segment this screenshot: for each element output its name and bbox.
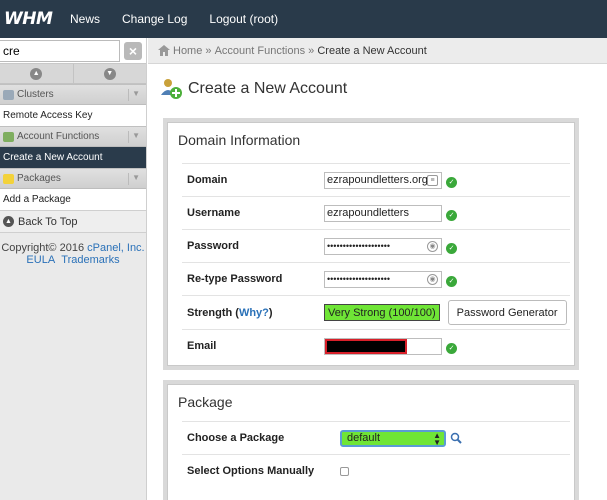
home-icon (158, 45, 170, 56)
clear-search-icon[interactable]: × (124, 42, 142, 60)
password-label: Password (187, 240, 239, 252)
page-title: Create a New Account (188, 80, 348, 97)
select-arrows-icon: ▲ ▼ (433, 430, 441, 447)
arrow-up-icon: ▲ (30, 67, 43, 80)
panel-title: Domain Information (178, 132, 301, 148)
domain-information-panel: Domain Information Domain ezrapoundlette… (163, 118, 579, 370)
nav-changelog-link[interactable]: Change Log (122, 12, 187, 26)
strength-meter: Very Strong (100/100) (324, 304, 440, 321)
retype-password-label: Re-type Password (187, 273, 283, 285)
group-label: Clusters (17, 89, 54, 100)
scroll-up-button[interactable]: ▲ (0, 64, 74, 83)
search-input[interactable] (0, 40, 120, 62)
package-select-value: default (347, 432, 381, 444)
top-bar: WHM News Change Log Logout (root) (0, 0, 607, 38)
domain-row: Domain ezrapoundletters.org ≡ ✓ (182, 163, 570, 196)
eula-link[interactable]: EULA (26, 254, 55, 266)
copyright-block: Copyright© 2016 cPanel, Inc. EULA Tradem… (0, 233, 146, 266)
email-input[interactable] (324, 337, 442, 355)
chevron-down-icon[interactable]: ▼ (128, 173, 140, 185)
sidebar: × ▲ ▼ Clusters ▼ Remote Access Key Accou… (0, 38, 147, 500)
nav-news-link[interactable]: News (70, 12, 100, 26)
sidebar-group-packages[interactable]: Packages ▼ (0, 168, 146, 189)
retype-password-value: •••••••••••••••••••• (327, 274, 391, 284)
choose-package-row: Choose a Package default ▲ ▼ (182, 421, 570, 454)
sidebar-scroll-controls: ▲ ▼ (0, 64, 146, 84)
password-input[interactable]: •••••••••••••••••••• ◉ (324, 237, 442, 255)
select-options-row: Select Options Manually (182, 454, 570, 487)
username-label: Username (187, 207, 241, 219)
back-to-top-button[interactable]: ▲ Back To Top (0, 210, 146, 233)
show-password-icon[interactable]: ◉ (427, 240, 438, 252)
valid-check-icon: ✓ (446, 342, 457, 354)
arrow-up-circle-icon: ▲ (3, 216, 14, 227)
redacted-email (325, 338, 407, 354)
account-functions-icon (3, 131, 14, 142)
username-value: ezrapoundletters (327, 207, 409, 219)
email-row: Email ✓ (182, 329, 570, 362)
username-input[interactable]: ezrapoundletters (324, 204, 442, 222)
valid-check-icon: ✓ (446, 275, 457, 287)
group-label: Packages (17, 173, 61, 184)
email-label: Email (187, 340, 217, 352)
top-nav: News Change Log Logout (root) (64, 12, 294, 26)
package-panel: Package Choose a Package default ▲ ▼ Sele… (163, 380, 579, 500)
select-options-checkbox[interactable] (340, 466, 349, 476)
sidebar-group-account-functions[interactable]: Account Functions ▼ (0, 126, 146, 147)
magnifier-icon[interactable] (450, 432, 462, 444)
domain-value: ezrapoundletters.org (327, 174, 428, 186)
password-value: •••••••••••••••••••• (327, 241, 391, 251)
breadcrumb-separator: » (308, 44, 315, 57)
clusters-icon (3, 89, 14, 100)
packages-icon (3, 173, 14, 184)
copyright-text: Copyright© 2016 (1, 242, 85, 254)
breadcrumb-separator: » (205, 44, 212, 57)
add-user-icon (161, 79, 182, 99)
nav-logout-link[interactable]: Logout (root) (209, 12, 278, 26)
domain-input[interactable]: ezrapoundletters.org ≡ (324, 171, 442, 189)
sidebar-item-remote-access-key[interactable]: Remote Access Key (0, 105, 146, 126)
back-to-top-label: Back To Top (18, 215, 78, 228)
password-generator-button[interactable]: Password Generator (447, 300, 567, 325)
whm-logo[interactable]: WHM (0, 0, 64, 38)
select-options-label: Select Options Manually (187, 465, 315, 477)
page-header: Create a New Account (160, 76, 347, 102)
show-password-icon[interactable]: ◉ (427, 273, 438, 285)
chevron-down-icon[interactable]: ▼ (128, 131, 140, 143)
chevron-down-icon[interactable]: ▼ (128, 89, 140, 101)
trademarks-link[interactable]: Trademarks (61, 254, 119, 266)
breadcrumb-home-link[interactable]: Home (173, 45, 202, 57)
breadcrumb: Home » Account Functions » Create a New … (148, 38, 607, 64)
valid-check-icon: ✓ (446, 242, 457, 254)
sidebar-item-create-new-account[interactable]: Create a New Account (0, 147, 146, 168)
package-select[interactable]: default ▲ ▼ (340, 429, 446, 447)
choose-package-label: Choose a Package (187, 432, 285, 444)
sidebar-item-add-package[interactable]: Add a Package (0, 189, 146, 210)
panel-title: Package (178, 394, 233, 410)
strength-why-link[interactable]: Why? (239, 307, 269, 319)
breadcrumb-current: Create a New Account (317, 44, 427, 57)
arrow-down-icon: ▼ (103, 67, 116, 80)
strength-row: Strength (Why?) Very Strong (100/100) Pa… (182, 295, 570, 329)
cpanel-link[interactable]: cPanel, Inc. (87, 242, 144, 254)
domain-label: Domain (187, 174, 228, 186)
valid-check-icon: ✓ (446, 176, 457, 188)
strength-label: Strength (Why?) (187, 306, 273, 319)
password-row: Password •••••••••••••••••••• ◉ ✓ (182, 229, 570, 262)
sidebar-search: × (0, 38, 146, 64)
sidebar-group-clusters[interactable]: Clusters ▼ (0, 84, 146, 105)
scroll-down-button[interactable]: ▼ (74, 64, 147, 83)
username-row: Username ezrapoundletters ✓ (182, 196, 570, 229)
group-label: Account Functions (17, 131, 100, 142)
retype-password-input[interactable]: •••••••••••••••••••• ◉ (324, 270, 442, 288)
breadcrumb-section-link[interactable]: Account Functions (215, 45, 306, 57)
contact-card-icon: ≡ (427, 174, 438, 186)
retype-password-row: Re-type Password •••••••••••••••••••• ◉ … (182, 262, 570, 295)
valid-check-icon: ✓ (446, 209, 457, 221)
